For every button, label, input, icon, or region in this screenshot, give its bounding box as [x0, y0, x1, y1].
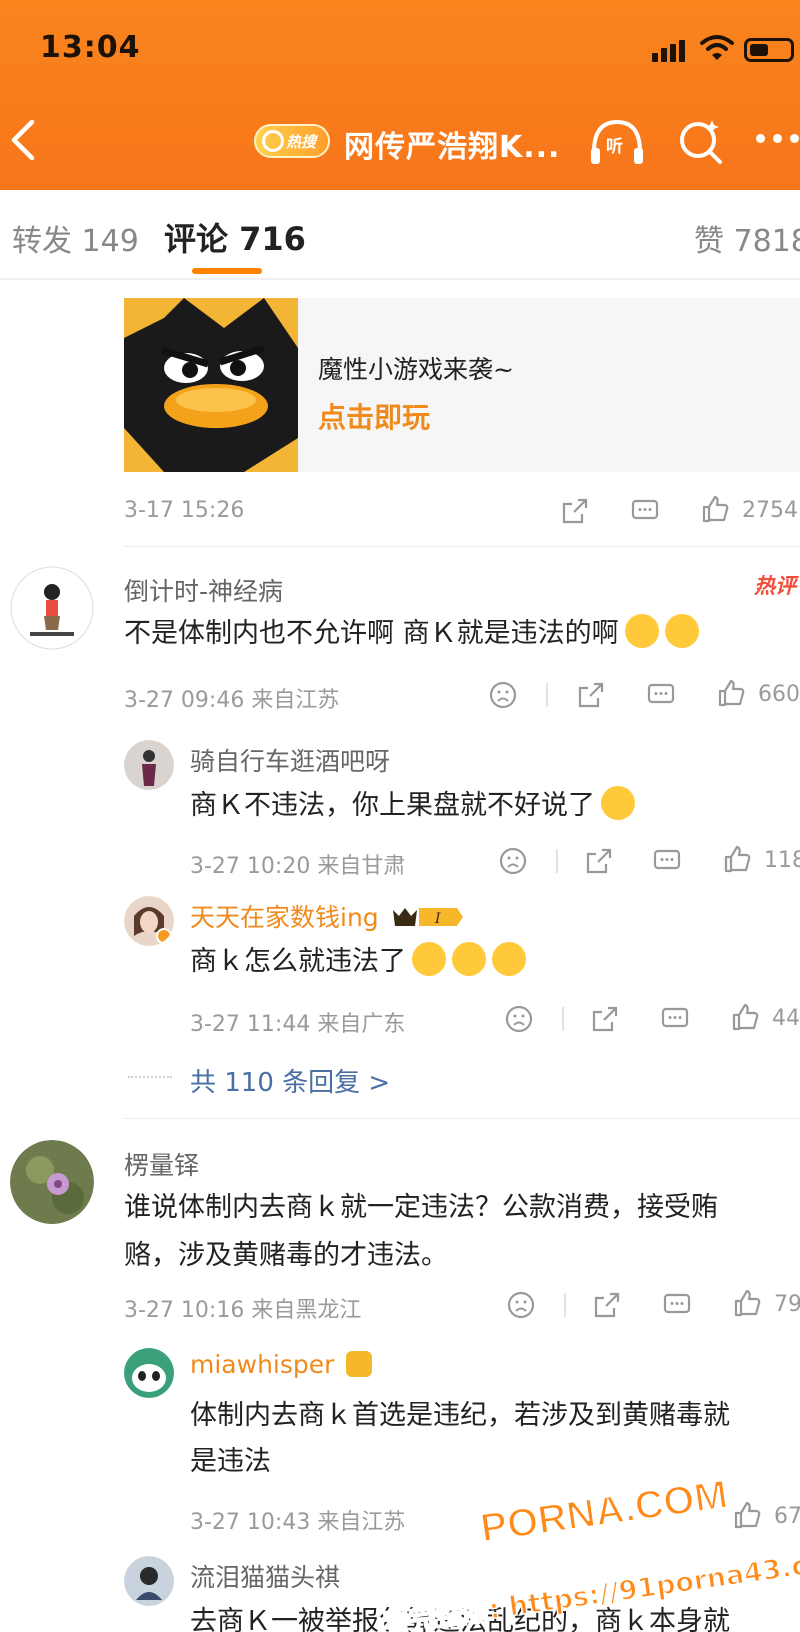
ad-date: 3-17 15:26 [124, 498, 245, 523]
share-icon[interactable] [584, 846, 614, 876]
avatar[interactable] [124, 740, 174, 790]
replies-dotted-line [128, 1076, 172, 1078]
comment-icon[interactable] [660, 1004, 690, 1034]
watermark-brand: PORNA.COM [478, 1473, 731, 1551]
reply-username[interactable]: 骑自行车逛酒吧呀 [190, 742, 390, 778]
search-q-icon [262, 130, 284, 152]
comment-username[interactable]: 倒计时-神经病 [124, 572, 283, 608]
battery-icon [744, 38, 794, 62]
confused-emoji-icon [452, 942, 486, 976]
reply-username[interactable]: 天天在家数钱ing I [190, 898, 465, 934]
avatar[interactable] [124, 1556, 174, 1606]
comment-icon[interactable] [646, 680, 676, 710]
like-icon[interactable] [730, 1002, 760, 1032]
comment-icon[interactable] [652, 846, 682, 876]
share-icon[interactable] [592, 1290, 622, 1320]
tab-bar: 转发 149 评论 716 赞 7818 [0, 190, 800, 280]
comment-text-line: 谁说体制内去商ｋ就一定违法？公款消费，接受贿 [124, 1192, 718, 1223]
reply-meta: 3-27 10:43 来自江苏 [190, 1510, 406, 1535]
reply-text: 商Ｋ不违法，你上果盘就不好说了 [190, 782, 635, 830]
reply-text: 去商Ｋ一被举报包算违法乱纪的，商ｋ本身就 [190, 1606, 730, 1632]
hot-comment-badge: 热评 [754, 574, 796, 598]
tab-like[interactable]: 赞 7818 [694, 216, 800, 260]
hot-search-badge[interactable]: 热搜 [254, 124, 330, 158]
avatar[interactable] [124, 896, 174, 946]
reply-text-line: 体制内去商ｋ首选是违纪，若涉及到黄赌毒就 [190, 1400, 730, 1431]
header-bar: 13:04 热搜 网传严浩翔K... 听 [0, 0, 800, 190]
comment-meta: 3-27 10:16 来自黑龙江 [124, 1298, 362, 1323]
comment-text: 不是体制内也不允许啊 商Ｋ就是违法的啊 [124, 610, 699, 658]
comment-icon[interactable] [630, 496, 660, 526]
tab-repost[interactable]: 转发 149 [12, 216, 139, 260]
dislike-face-icon[interactable] [488, 680, 518, 710]
ad-title: 魔性小游戏来袭~ [318, 355, 514, 384]
like-icon[interactable] [732, 1500, 762, 1530]
comment-text-line: 赂，涉及黄赌毒的才违法。 [124, 1240, 448, 1271]
share-icon[interactable] [560, 496, 590, 526]
like-icon[interactable] [732, 1288, 762, 1318]
tab-active-indicator [192, 268, 262, 274]
laughing-crying-emoji-icon [624, 614, 659, 648]
separator [564, 1293, 566, 1317]
page-title[interactable]: 网传严浩翔K... [344, 122, 560, 166]
search-icon[interactable] [676, 116, 726, 166]
more-icon[interactable] [756, 134, 800, 146]
confused-emoji-icon [412, 942, 446, 976]
tab-comment[interactable]: 评论 716 [164, 214, 306, 260]
comment-icon[interactable] [662, 1290, 692, 1320]
game-ad-card[interactable]: 魔性小游戏来袭~ 点击即玩 [124, 298, 800, 472]
separator [546, 683, 548, 707]
reply-text-line: 是违法 [190, 1446, 271, 1477]
laughing-crying-emoji-icon [664, 614, 699, 648]
vip-badge-icon [346, 1351, 373, 1377]
share-icon[interactable] [576, 680, 606, 710]
separator [562, 1007, 564, 1031]
avatar[interactable] [10, 566, 94, 650]
confused-emoji-icon [492, 942, 526, 976]
comment-meta: 3-27 09:46 来自江苏 [124, 688, 340, 713]
divider [124, 1118, 800, 1119]
like-count: 660 [758, 682, 800, 707]
dislike-face-icon[interactable] [506, 1290, 536, 1320]
reply-text: 商ｋ怎么就违法了 [190, 938, 526, 986]
vip-crown-badge-icon: I [392, 908, 463, 927]
listen-label: 听 [606, 137, 623, 157]
avatar[interactable] [124, 1348, 174, 1398]
ad-play-link[interactable]: 点击即玩 [318, 396, 430, 436]
avatar[interactable] [10, 1140, 94, 1224]
reply-username[interactable]: miawhisper [190, 1350, 373, 1379]
like-icon[interactable] [722, 844, 752, 874]
divider [124, 546, 800, 547]
wifi-icon [700, 35, 734, 60]
signal-icon [652, 40, 686, 62]
reply-meta: 3-27 10:20 来自甘肃 [190, 854, 406, 879]
share-icon[interactable] [590, 1004, 620, 1034]
like-count: 2754 [742, 498, 798, 523]
like-count: 44 [772, 1006, 800, 1031]
back-arrow-icon[interactable] [6, 116, 40, 164]
svg-text:I: I [434, 911, 441, 927]
like-count: 67 [774, 1504, 800, 1529]
comment-username[interactable]: 楞量铎 [124, 1146, 199, 1182]
like-count: 118 [764, 848, 800, 873]
status-time: 13:04 [40, 30, 141, 65]
reply-username[interactable]: 流泪猫猫头祺 [190, 1558, 340, 1594]
dislike-face-icon[interactable] [498, 846, 528, 876]
view-more-replies-link[interactable]: 共 110 条回复 > [190, 1062, 390, 1099]
laughing-emoji-icon [601, 786, 635, 820]
like-icon[interactable] [716, 678, 746, 708]
like-icon[interactable] [700, 494, 730, 524]
like-count: 79 [774, 1292, 800, 1317]
game-logo-image [124, 298, 298, 472]
reply-meta: 3-27 11:44 来自广东 [190, 1012, 406, 1037]
separator [556, 849, 558, 873]
dislike-face-icon[interactable] [504, 1004, 534, 1034]
